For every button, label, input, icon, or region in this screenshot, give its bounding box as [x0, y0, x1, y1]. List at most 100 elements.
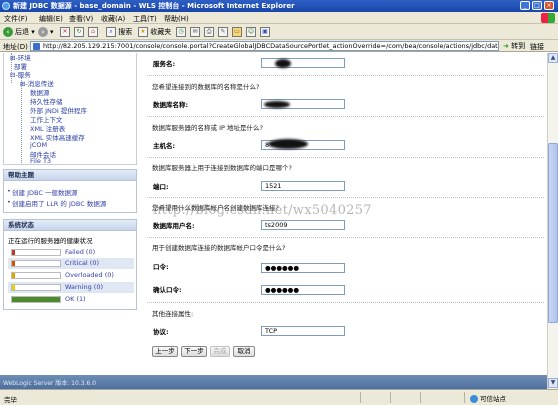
page-icon — [33, 43, 40, 50]
status-bar: 完毕 可信站点 — [0, 389, 558, 405]
print-icon: ⎙ — [204, 27, 214, 37]
folder-icon: ▭ — [232, 27, 242, 37]
back-arrow-icon: ‹ — [3, 27, 13, 37]
health-label-warning[interactable]: Warning (0) — [65, 283, 103, 291]
minimize-button[interactable]: _ — [520, 1, 530, 10]
search-icon: ⌕ — [106, 27, 116, 37]
tree-item-jcom[interactable]: jCOM — [30, 141, 47, 149]
health-fill-critical — [12, 261, 15, 266]
redaction-blot — [268, 139, 308, 149]
user-question: 您希望用什么数据库帐户名创建数据库连接? — [152, 204, 279, 212]
security-zone: 可信站点 — [470, 393, 506, 403]
forward-button[interactable]: › ▾ — [38, 26, 54, 38]
menu-help[interactable]: 帮助(H) — [164, 14, 189, 24]
service-name-input[interactable] — [261, 58, 345, 68]
maximize-button[interactable]: □ — [532, 1, 542, 10]
status-separator — [464, 392, 465, 403]
messenger-button[interactable]: ☺ — [246, 26, 256, 38]
print-button[interactable]: ⎙ — [204, 26, 214, 38]
address-label: 地址(D) — [3, 43, 28, 51]
help-link-create-jdbc[interactable]: 创建 JDBC 一般数据源 — [7, 187, 77, 197]
go-button[interactable]: ➜ 转到 — [503, 41, 525, 51]
health-row-failed: Failed (0) — [11, 248, 133, 257]
history-button[interactable]: ◷ — [176, 26, 186, 38]
tree-item-file-t3[interactable]: File T3 — [30, 157, 51, 164]
health-label-critical[interactable]: Critical (0) — [65, 259, 99, 267]
address-input[interactable]: http://82.205.129.215:7001/console/conso… — [30, 41, 499, 51]
menu-view[interactable]: 查看(V) — [69, 14, 93, 24]
links-button[interactable]: 链接 — [530, 42, 544, 52]
refresh-button[interactable]: ↻ — [74, 26, 84, 38]
back-button[interactable]: ‹ 后退 ▾ — [3, 26, 35, 38]
favorites-button[interactable]: ★ 收藏夹 — [138, 26, 171, 38]
tree-connector — [21, 77, 22, 163]
health-bar — [11, 260, 61, 267]
page-viewport: ⊞-环境 部署 ⊟-服务 ⊞-消息传送 数据源 持久性存储 外部 JNDI 提供… — [0, 53, 547, 389]
next-step-button[interactable]: 下一步 — [181, 346, 207, 357]
status-separator — [360, 392, 361, 403]
health-fill-failed — [12, 250, 15, 255]
health-fill-ok — [12, 297, 60, 302]
health-fill-overloaded — [12, 273, 15, 278]
home-button[interactable]: ⌂ — [88, 26, 98, 38]
forward-arrow-icon: › — [38, 27, 48, 37]
help-link-create-llr[interactable]: 创建启用了 LLR 的 JDBC 数据源 — [7, 198, 106, 208]
folder-button[interactable]: ▭ — [232, 26, 242, 38]
health-bar — [11, 272, 61, 279]
history-icon: ◷ — [176, 27, 186, 37]
menu-tools[interactable]: 工具(T) — [133, 14, 157, 24]
edit-button[interactable]: ✎ — [218, 26, 228, 38]
left-column: ⊞-环境 部署 ⊟-服务 ⊞-消息传送 数据源 持久性存储 外部 JNDI 提供… — [0, 53, 140, 389]
back-step-button[interactable]: 上一步 — [152, 346, 178, 357]
vertical-scrollbar[interactable]: ▲ ▼ — [547, 53, 558, 389]
divider — [147, 157, 544, 158]
scroll-up-arrow-icon[interactable]: ▲ — [548, 53, 558, 63]
health-label-ok[interactable]: OK (1) — [65, 295, 86, 303]
cancel-button[interactable]: 取消 — [233, 346, 255, 357]
protocol-input[interactable]: TCP — [261, 326, 345, 336]
menu-file[interactable]: 文件(F) — [4, 14, 28, 24]
system-status-subtitle: 正在运行的服务器的健康状况 — [8, 237, 93, 245]
mail-button[interactable]: ✉ — [190, 26, 200, 38]
scroll-down-arrow-icon[interactable]: ▼ — [548, 378, 558, 388]
ie-icon — [2, 2, 10, 10]
other-attributes-label: 其他连接属性: — [152, 310, 194, 318]
menu-favorites[interactable]: 收藏(A) — [101, 14, 125, 24]
address-bar: 地址(D) http://82.205.129.215:7001/console… — [0, 40, 558, 52]
confirm-password-input[interactable]: ●●●●●● — [261, 285, 345, 295]
db-user-input[interactable]: ts2009 — [261, 220, 345, 230]
menu-bar: 文件(F) 编辑(E) 查看(V) 收藏(A) 工具(T) 帮助(H) — [0, 12, 558, 24]
password-input[interactable]: ●●●●●● — [261, 263, 345, 273]
close-button[interactable]: × — [544, 1, 554, 10]
help-topics-title: 帮助主题 — [4, 170, 136, 181]
port-input[interactable]: 1521 — [261, 181, 345, 191]
menu-edit[interactable]: 编辑(E) — [39, 14, 63, 24]
health-fill-warning — [12, 285, 15, 290]
health-label-failed[interactable]: Failed (0) — [65, 248, 95, 256]
scroll-thumb[interactable] — [548, 143, 558, 323]
finish-button[interactable]: 完成 — [210, 346, 230, 357]
divider — [147, 75, 544, 76]
health-row-warning: Warning (0) — [11, 283, 133, 292]
confirm-password-label: 确认口令: — [153, 286, 182, 294]
redaction-blot — [275, 59, 291, 68]
window-title: 新建 JDBC 数据源 - base_domain - WLS 控制台 - Mi… — [13, 2, 295, 10]
version-text: WebLogic Server 版本: 10.3.6.0 — [3, 380, 96, 387]
health-bar — [11, 284, 61, 291]
db-name-label: 数据库名称: — [153, 101, 189, 109]
status-text: 完毕 — [4, 396, 17, 404]
main-column: 服务名: 您希望连接到的数据库的名称是什么? 数据库名称: 数据库服务器的名称或… — [147, 53, 544, 389]
health-bar — [11, 249, 61, 256]
messenger-icon: ☺ — [246, 27, 256, 37]
toolbar: ‹ 后退 ▾ › ▾ ✕ ↻ ⌂ ⌕ 搜索 ★ 收藏夹 ◷ ✉ ⎙ ✎ ▭ ☺ ▣ — [0, 24, 558, 40]
research-button[interactable]: ▣ — [260, 26, 270, 38]
console-footer: WebLogic Server 版本: 10.3.6.0 — [0, 375, 547, 389]
stop-button[interactable]: ✕ — [60, 26, 70, 38]
port-label: 端口: — [153, 183, 169, 191]
db-user-label: 数据库用户名: — [153, 222, 195, 230]
db-name-question: 您希望连接到的数据库的名称是什么? — [152, 83, 260, 91]
search-button[interactable]: ⌕ 搜索 — [106, 26, 132, 38]
health-label-overloaded[interactable]: Overloaded (0) — [65, 271, 114, 279]
datasource-form: 服务名: 您希望连接到的数据库的名称是什么? 数据库名称: 数据库服务器的名称或… — [147, 53, 544, 368]
health-row-critical: Critical (0) — [11, 259, 133, 268]
